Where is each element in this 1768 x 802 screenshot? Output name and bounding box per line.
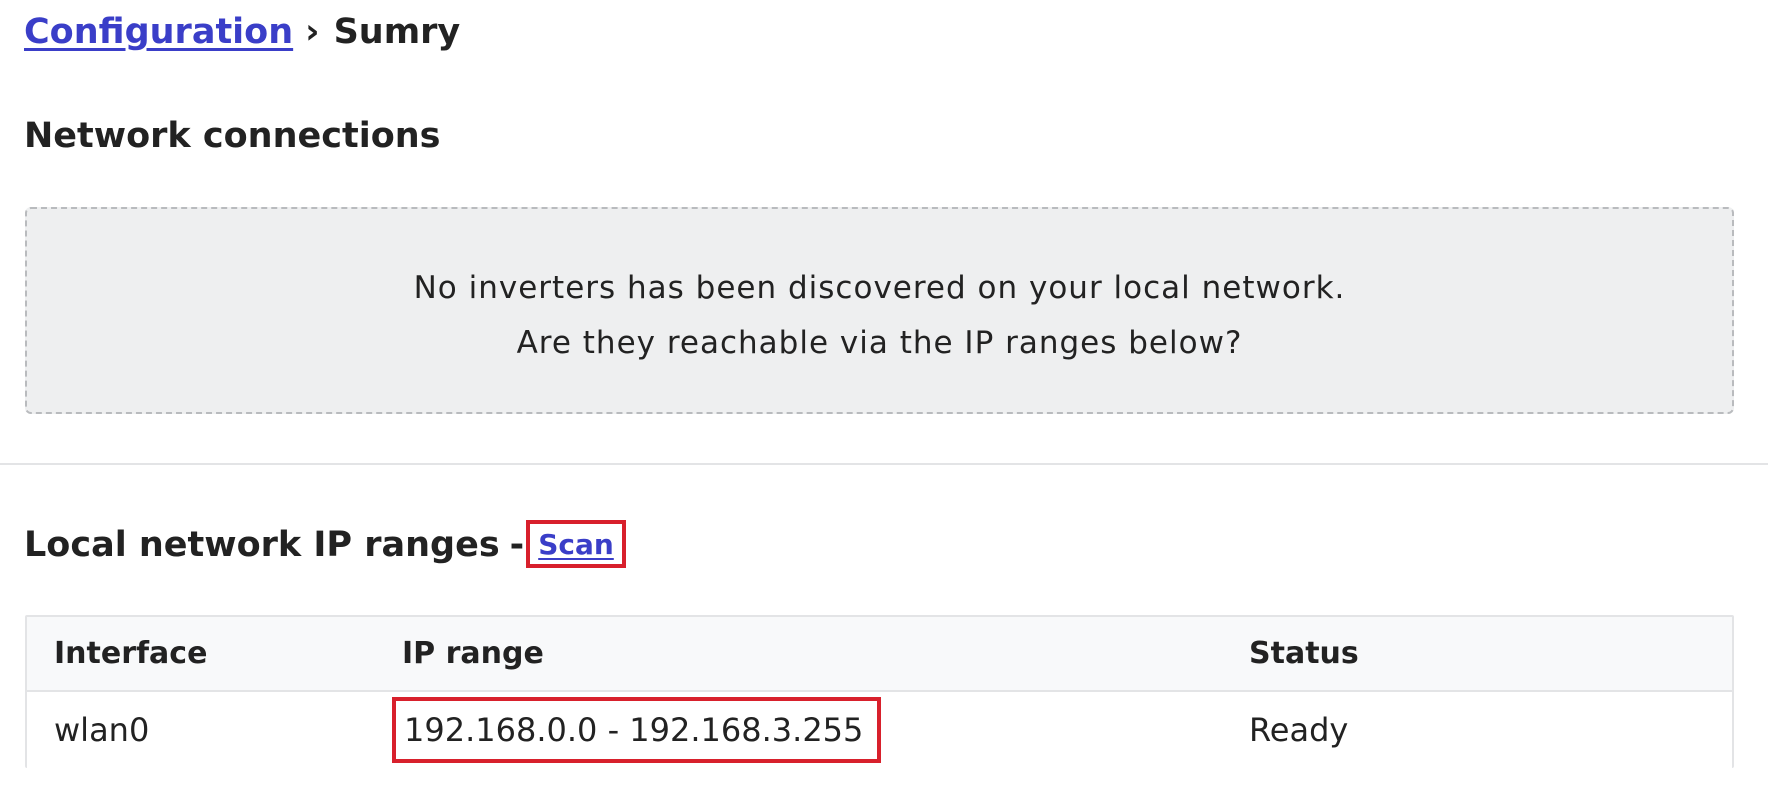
ip-ranges-heading: Local network IP ranges - Scan [24,520,626,570]
scan-highlight-box: Scan [526,520,626,568]
scan-link[interactable]: Scan [538,528,614,561]
network-connections-heading: Network connections [24,116,441,156]
breadcrumb-separator: › [305,12,320,52]
notice-line-2: Are they reachable via the IP ranges bel… [516,325,1243,361]
breadcrumb-current: Sumry [333,12,461,52]
ip-range-highlight-box: 192.168.0.0 - 192.168.3.255 [392,697,882,763]
column-header-status: Status [1249,636,1359,671]
no-inverters-notice: No inverters has been discovered on your… [25,207,1734,414]
breadcrumb-configuration-link[interactable]: Configuration [24,12,293,52]
notice-line-1: No inverters has been discovered on your… [413,270,1346,306]
cell-status: Ready [1249,711,1349,749]
table-row: wlan0 192.168.0.0 - 192.168.3.255 Ready [27,692,1732,768]
ip-ranges-heading-text: Local network IP ranges [24,525,500,565]
cell-interface: wlan0 [54,711,150,749]
column-header-ip-range: IP range [402,636,544,671]
breadcrumb: Configuration › Sumry [24,10,460,54]
column-header-interface: Interface [54,636,208,671]
section-divider [0,463,1768,465]
table-header-row: Interface IP range Status [27,617,1732,692]
cell-ip-range: 192.168.0.0 - 192.168.3.255 [392,692,882,768]
ip-ranges-heading-separator: - [509,525,525,565]
ip-ranges-table: Interface IP range Status wlan0 192.168.… [25,615,1734,768]
page: Configuration › Sumry Network connections … [0,0,1768,802]
